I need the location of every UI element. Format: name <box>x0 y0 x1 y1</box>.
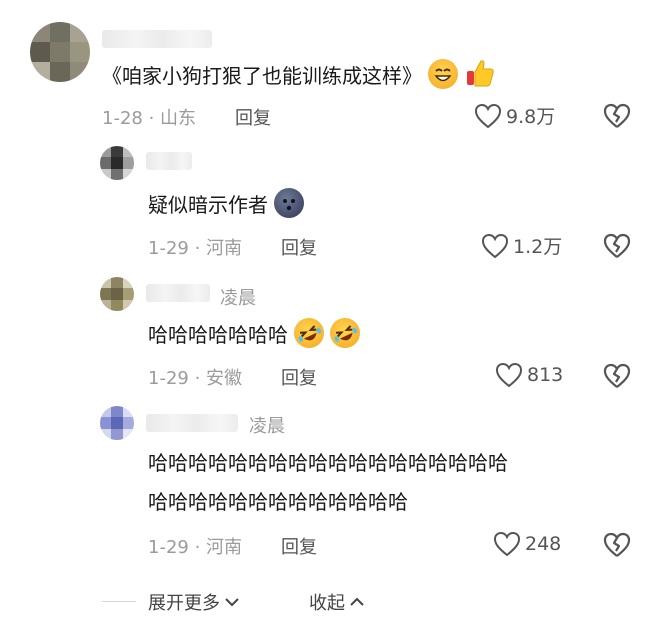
date-location: 1-29 · 安徽 <box>148 368 243 389</box>
reply-button[interactable]: 回复 <box>235 104 271 130</box>
avatar[interactable] <box>30 22 90 82</box>
avatar[interactable] <box>100 277 134 311</box>
heart-icon <box>481 233 509 259</box>
chevron-up-icon <box>349 592 365 613</box>
reply-button[interactable]: 回复 <box>281 533 317 559</box>
comment-text-line-2: 哈哈哈哈哈哈哈哈哈哈哈哈哈 <box>148 490 408 514</box>
heart-icon <box>474 103 502 129</box>
reply-to-username[interactable]: 凌晨 <box>249 412 285 438</box>
broken-heart-icon <box>603 233 631 258</box>
like-count: 1.2万 <box>513 236 563 258</box>
heart-icon <box>495 362 523 388</box>
comment-text: 哈哈哈哈哈哈哈 <box>148 313 365 353</box>
like-button[interactable]: 813 <box>495 362 563 388</box>
like-count: 813 <box>527 364 564 386</box>
collapse-button[interactable]: 收起 <box>309 589 365 615</box>
username-blurred[interactable] <box>146 152 192 170</box>
username-blurred[interactable] <box>146 414 238 432</box>
chevron-down-icon <box>224 592 240 613</box>
username-blurred[interactable] <box>146 284 210 302</box>
rofl-emoji <box>289 313 329 353</box>
like-button[interactable]: 9.8万 <box>474 102 555 129</box>
expand-more-button[interactable]: 展开更多 <box>148 589 240 615</box>
collapse-label: 收起 <box>309 593 345 614</box>
reply-to-username[interactable]: 凌晨 <box>220 284 256 310</box>
rofl-emoji <box>325 313 365 353</box>
avatar[interactable] <box>100 406 134 440</box>
like-count: 248 <box>525 533 562 555</box>
date-location: 1-29 · 河南 <box>148 537 243 558</box>
like-count: 9.8万 <box>506 106 556 128</box>
comment-text: 《咱家小狗打狠了也能训练成这样》 <box>102 57 496 94</box>
like-button[interactable]: 248 <box>493 531 561 557</box>
date-location: 1-28 · 山东 <box>102 108 197 129</box>
avatar[interactable] <box>100 146 134 180</box>
reply-button[interactable]: 回复 <box>281 234 317 260</box>
comment-text-line-1: 哈哈哈哈哈哈哈哈哈哈哈哈哈哈哈哈哈哈 <box>148 451 508 475</box>
reply-button[interactable]: 回复 <box>281 364 317 390</box>
thumbs-up-emoji <box>464 57 496 89</box>
date-location: 1-29 · 河南 <box>148 238 243 259</box>
like-button[interactable]: 1.2万 <box>481 232 562 259</box>
broken-heart-icon <box>603 363 631 388</box>
comment-text: 疑似暗示作者 <box>148 187 304 223</box>
heart-icon <box>493 531 521 557</box>
expand-more-label: 展开更多 <box>148 593 220 614</box>
dark-moon-face-emoji <box>274 188 304 218</box>
dislike-button[interactable] <box>603 532 631 558</box>
broken-heart-icon <box>603 103 631 128</box>
dislike-button[interactable] <box>603 103 631 129</box>
username-blurred[interactable] <box>102 30 212 48</box>
grin-emoji <box>428 59 458 89</box>
dislike-button[interactable] <box>603 363 631 389</box>
broken-heart-icon <box>603 532 631 557</box>
dislike-button[interactable] <box>603 233 631 259</box>
divider <box>102 601 136 602</box>
